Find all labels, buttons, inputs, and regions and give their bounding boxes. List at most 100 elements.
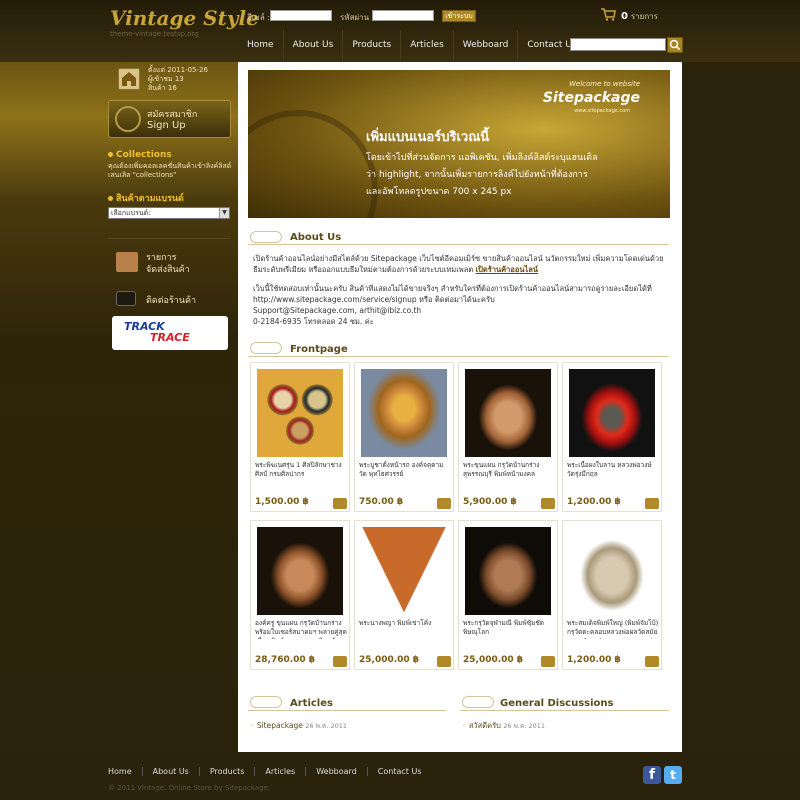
product-name[interactable]: พระนางพญา พิมพ์เข่าโค้ง <box>359 619 451 639</box>
product-price: 25,000.00 ฿ <box>463 655 524 665</box>
banner-heading: เพิ่มแบนเนอร์บริเวณนี้ <box>366 130 490 145</box>
swirl-ornament <box>248 110 378 218</box>
open-store-link[interactable]: เปิดร้านค้าออนไลน์ <box>476 265 538 274</box>
footer-link-home[interactable]: Home <box>98 767 143 776</box>
banner-text: โดยเข้าไปที่ส่วนจัดการ แอพิเคชัน, เพิ่มล… <box>366 150 598 201</box>
hero-banner[interactable]: Welcome to website Sitepackage www.sitep… <box>248 70 670 218</box>
chevron-down-icon: ▼ <box>219 208 229 218</box>
shipping-label-1: รายการ <box>146 253 177 263</box>
section-divider <box>248 244 669 245</box>
product-price: 1,200.00 ฿ <box>567 497 621 507</box>
product-image[interactable] <box>465 369 551 457</box>
product-card[interactable]: พระเนื้อผงใบลาน หลวงพ่อวงษ์ วัดรุ่งมีกฤล… <box>562 362 662 512</box>
product-card[interactable]: พระพิฆเนศรุ่น 1 ศิลปิลักษาช่าง ศิลป์ กรม… <box>250 362 350 512</box>
cart-summary[interactable]: 0 รายการ <box>621 10 658 23</box>
spiral-icon <box>115 106 141 132</box>
add-to-cart-icon[interactable] <box>645 498 659 509</box>
bullet-icon <box>108 196 113 201</box>
discussion-title[interactable]: สวัสดีครับ <box>469 721 501 730</box>
product-image[interactable] <box>569 527 655 615</box>
signup-button[interactable]: สมัครสมาชิก Sign Up <box>108 100 231 138</box>
email-field[interactable] <box>270 10 332 21</box>
product-card[interactable]: พระขุนแผน กรุวัดบ้านกร่าง สุพรรณบุรี พิม… <box>458 362 558 512</box>
nav-webboard[interactable]: Webboard <box>454 30 519 60</box>
product-image[interactable] <box>569 369 655 457</box>
footer-link-articles[interactable]: Articles <box>255 767 307 776</box>
discussion-item: ◦ สวัสดีครับ 26 พ.ค. 2011 <box>462 720 545 732</box>
site-logo[interactable]: Vintage Style <box>110 6 259 30</box>
add-to-cart-icon[interactable] <box>333 656 347 667</box>
discussion-date: 26 พ.ค. 2011 <box>503 722 545 730</box>
footer-link-about[interactable]: About Us <box>143 767 200 776</box>
products-value: 16 <box>167 84 177 92</box>
footer-link-contact[interactable]: Contact Us <box>368 767 432 776</box>
nav-products[interactable]: Products <box>343 30 402 60</box>
article-item: ◦ Sitepackage 26 พ.ค. 2011 <box>250 720 347 732</box>
frontpage-title: Frontpage <box>290 344 348 355</box>
add-to-cart-icon[interactable] <box>645 656 659 667</box>
product-name[interactable]: องค์ครู ขุนแผน กรุวัดบ้านกร่าง พร้อมใบเซ… <box>255 619 347 639</box>
footer-link-webboard[interactable]: Webboard <box>306 767 368 776</box>
product-card[interactable]: พระสมเด็จพิมพ์ใหญ่ (พิมพ์จัมโบ้) กรุวัดต… <box>562 520 662 670</box>
product-price: 1,200.00 ฿ <box>567 655 621 665</box>
about-paragraph-1: เปิดร้านค้าออนไลน์อย่างมีสไตล์ด้วย Sitep… <box>253 253 666 275</box>
product-card[interactable]: พระกรุวัดจุฬามณี พิมพ์ซุ้มชัด พิษณุโลก 2… <box>458 520 558 670</box>
signup-label-th: สมัครสมาชิก <box>147 110 198 120</box>
nav-home[interactable]: Home <box>238 30 284 60</box>
cart-icon[interactable] <box>600 8 616 21</box>
product-image[interactable] <box>465 527 551 615</box>
section-divider <box>460 710 669 711</box>
brand-title: สินค้าตามแบรนด์ <box>116 194 184 204</box>
about-url: http://www.sitepackage.com/service/signu… <box>253 295 495 304</box>
product-image[interactable] <box>361 369 447 457</box>
product-name[interactable]: พระบูชาตั้งหน้ารถ องค์จตุคาม วัด พุทไธศว… <box>359 461 451 481</box>
login-button[interactable]: เข้าระบบ <box>442 10 476 22</box>
search-input[interactable] <box>570 38 666 51</box>
facebook-icon[interactable]: f <box>643 766 661 784</box>
articles-title: Articles <box>290 698 333 709</box>
add-to-cart-icon[interactable] <box>541 656 555 667</box>
section-divider <box>248 710 446 711</box>
add-to-cart-icon[interactable] <box>541 498 555 509</box>
product-name[interactable]: พระสมเด็จพิมพ์ใหญ่ (พิมพ์จัมโบ้) กรุวัดต… <box>567 619 659 639</box>
nav-articles[interactable]: Articles <box>401 30 454 60</box>
shipping-list-link[interactable]: รายการ จัดส่งสินค้า <box>146 252 190 276</box>
bullet-icon: ◦ <box>250 721 255 730</box>
product-card[interactable]: พระนางพญา พิมพ์เข่าโค้ง 25,000.00 ฿ <box>354 520 454 670</box>
add-to-cart-icon[interactable] <box>333 498 347 509</box>
article-title[interactable]: Sitepackage <box>257 721 303 730</box>
nav-about-us[interactable]: About Us <box>284 30 344 60</box>
product-name[interactable]: พระเนื้อผงใบลาน หลวงพ่อวงษ์ วัดรุ่งมีกฤล <box>567 461 659 481</box>
trace-text: TRACE <box>150 331 190 344</box>
collections-heading: Collections <box>108 150 172 160</box>
email-label: อีเมล์ : <box>247 13 270 22</box>
open-since-label: ตั้งแต่ <box>148 66 166 74</box>
twitter-icon[interactable]: t <box>664 766 682 784</box>
store-icon <box>118 68 140 90</box>
product-image[interactable] <box>257 527 343 615</box>
add-to-cart-icon[interactable] <box>437 498 451 509</box>
bullet-icon: ◦ <box>462 721 467 730</box>
password-field[interactable] <box>372 10 434 21</box>
discussions-title: General Discussions <box>500 698 614 709</box>
add-to-cart-icon[interactable] <box>437 656 451 667</box>
product-image[interactable] <box>361 527 447 615</box>
product-price: 1,500.00 ฿ <box>255 497 309 507</box>
search-icon <box>669 39 681 51</box>
product-card[interactable]: องค์ครู ขุนแผน กรุวัดบ้านกร่าง พร้อมใบเซ… <box>250 520 350 670</box>
product-name[interactable]: พระกรุวัดจุฬามณี พิมพ์ซุ้มชัด พิษณุโลก <box>463 619 555 639</box>
footer-link-products[interactable]: Products <box>200 767 256 776</box>
brand-select[interactable]: เลือกแบรนด์: ▼ <box>108 207 230 219</box>
product-card[interactable]: พระบูชาตั้งหน้ารถ องค์จตุคาม วัด พุทไธศว… <box>354 362 454 512</box>
product-name[interactable]: พระขุนแผน กรุวัดบ้านกร่าง สุพรรณบุรี พิม… <box>463 461 555 481</box>
brand-heading: สินค้าตามแบรนด์ <box>108 191 184 205</box>
products-label: สินค้า <box>148 84 166 92</box>
search-button[interactable] <box>667 37 683 53</box>
cart-count: 0 <box>621 11 628 22</box>
product-image[interactable] <box>257 369 343 457</box>
product-name[interactable]: พระพิฆเนศรุ่น 1 ศิลปิลักษาช่าง ศิลป์ กรม… <box>255 461 347 481</box>
product-price: 750.00 ฿ <box>359 497 404 507</box>
track-and-trace-banner[interactable]: TRACK TRACE <box>112 316 228 350</box>
contact-store-link[interactable]: ติดต่อร้านค้า <box>146 293 196 307</box>
footer-nav: Home About Us Products Articles Webboard… <box>98 767 431 776</box>
